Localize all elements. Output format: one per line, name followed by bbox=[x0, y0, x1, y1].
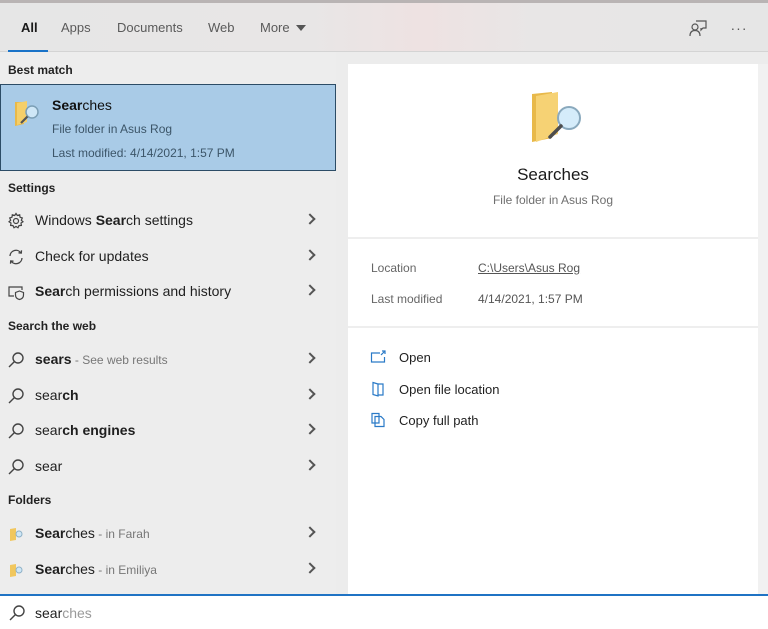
section-header-folders: Folders bbox=[8, 493, 52, 507]
section-header-search-web: Search the web bbox=[8, 319, 97, 333]
search-autocomplete-suggestion: ches bbox=[62, 605, 92, 621]
section-header-settings: Settings bbox=[8, 181, 56, 195]
last-modified-label: Last modified bbox=[371, 292, 443, 306]
location-link[interactable]: C:\Users\Asus Rog bbox=[478, 261, 580, 275]
search-folder-icon bbox=[10, 528, 23, 541]
web-item-search[interactable]: search bbox=[0, 378, 336, 412]
tab-apps[interactable]: Apps bbox=[61, 3, 91, 52]
chevron-right-icon[interactable] bbox=[304, 526, 316, 538]
open-file-location-action[interactable]: Open file location bbox=[370, 378, 499, 400]
tab-all-label: All bbox=[21, 20, 38, 35]
search-folder-icon bbox=[10, 564, 23, 577]
search-folder-icon bbox=[15, 101, 39, 126]
feedback-icon bbox=[689, 20, 707, 37]
search-input[interactable]: searches bbox=[35, 605, 92, 621]
best-match-result[interactable]: Searches File folder in Asus Rog Last mo… bbox=[0, 84, 336, 171]
preview-title: Searches bbox=[517, 165, 589, 184]
tab-documents[interactable]: Documents bbox=[117, 3, 183, 52]
copy-path-icon bbox=[371, 412, 385, 428]
open-action[interactable]: Open bbox=[370, 346, 431, 368]
refresh-icon bbox=[9, 249, 23, 265]
open-action-label: Open bbox=[399, 349, 431, 365]
search-typed-text: sear bbox=[35, 605, 63, 621]
tab-apps-label: Apps bbox=[61, 20, 91, 35]
web-item-label: search engines bbox=[35, 422, 136, 438]
search-icon bbox=[8, 352, 24, 368]
preview-subtitle: File folder in Asus Rog bbox=[492, 193, 614, 207]
search-box[interactable]: searches bbox=[0, 594, 768, 629]
web-item-label: search bbox=[35, 387, 79, 403]
chevron-right-icon[interactable] bbox=[304, 213, 316, 225]
tab-documents-label: Documents bbox=[117, 20, 183, 35]
preview-scrollbar[interactable] bbox=[758, 64, 768, 594]
settings-item-windows-search[interactable]: Windows Search settings bbox=[0, 203, 336, 237]
last-modified-value: 4/14/2021, 1:57 PM bbox=[478, 292, 583, 306]
location-label: Location bbox=[371, 261, 417, 275]
chevron-right-icon[interactable] bbox=[304, 388, 316, 400]
web-item-label: sear bbox=[35, 458, 63, 474]
chevron-right-icon[interactable] bbox=[304, 249, 316, 261]
web-item-sears[interactable]: sears - See web results bbox=[0, 342, 336, 376]
chevron-right-icon[interactable] bbox=[304, 562, 316, 574]
tab-more-label: More bbox=[260, 20, 290, 35]
search-icon bbox=[8, 459, 24, 475]
settings-item-label: Check for updates bbox=[35, 248, 149, 264]
web-item-sear[interactable]: sear bbox=[0, 449, 336, 483]
open-icon bbox=[370, 350, 386, 363]
tab-web[interactable]: Web bbox=[208, 3, 235, 52]
web-item-label: sears - See web results bbox=[35, 351, 168, 367]
divider bbox=[348, 326, 758, 328]
tab-web-label: Web bbox=[208, 20, 235, 35]
chevron-right-icon[interactable] bbox=[304, 459, 316, 471]
open-file-location-label: Open file location bbox=[399, 381, 500, 397]
preview-pane: Searches File folder in Asus Rog Locatio… bbox=[348, 64, 758, 594]
settings-item-check-updates[interactable]: Check for updates bbox=[0, 239, 336, 273]
tab-more[interactable]: More bbox=[260, 3, 306, 52]
folder-item-label: Searches - in Farah bbox=[35, 525, 150, 541]
chevron-right-icon[interactable] bbox=[304, 352, 316, 364]
best-match-modified: Last modified: 4/14/2021, 1:57 PM bbox=[52, 146, 235, 160]
best-match-subtitle: File folder in Asus Rog bbox=[52, 122, 173, 136]
chevron-right-icon[interactable] bbox=[304, 423, 316, 435]
shield-permissions-icon bbox=[8, 286, 25, 301]
settings-item-label: Search permissions and history bbox=[35, 283, 232, 299]
settings-item-label: Windows Search settings bbox=[35, 212, 193, 228]
feedback-button[interactable] bbox=[687, 17, 709, 39]
caret-down-icon bbox=[295, 24, 306, 31]
settings-item-search-permissions[interactable]: Search permissions and history bbox=[0, 274, 336, 308]
filter-bar: All Apps Documents Web More ··· bbox=[0, 0, 768, 53]
tab-all[interactable]: All bbox=[21, 3, 38, 52]
folder-item-farah[interactable]: Searches - in Farah bbox=[0, 516, 336, 550]
search-icon bbox=[8, 423, 24, 439]
copy-full-path-label: Copy full path bbox=[399, 412, 479, 428]
more-options-button[interactable]: ··· bbox=[728, 17, 750, 39]
copy-full-path-action[interactable]: Copy full path bbox=[370, 409, 479, 431]
best-match-title: Searches bbox=[52, 97, 112, 113]
search-folder-icon bbox=[532, 92, 581, 142]
folder-item-label: Searches - in Emiliya bbox=[35, 561, 157, 577]
search-icon bbox=[8, 388, 24, 404]
file-location-icon bbox=[372, 381, 384, 397]
divider bbox=[348, 237, 758, 239]
section-header-best-match: Best match bbox=[8, 63, 73, 77]
chevron-right-icon[interactable] bbox=[304, 284, 316, 296]
ellipsis-icon: ··· bbox=[730, 20, 748, 36]
search-icon bbox=[9, 605, 25, 621]
folder-item-emiliya[interactable]: Searches - in Emiliya bbox=[0, 552, 336, 586]
results-pane: Best match Searches File folder in Asus … bbox=[0, 52, 336, 594]
gear-icon bbox=[8, 212, 24, 229]
web-item-search-engines[interactable]: search engines bbox=[0, 413, 336, 447]
